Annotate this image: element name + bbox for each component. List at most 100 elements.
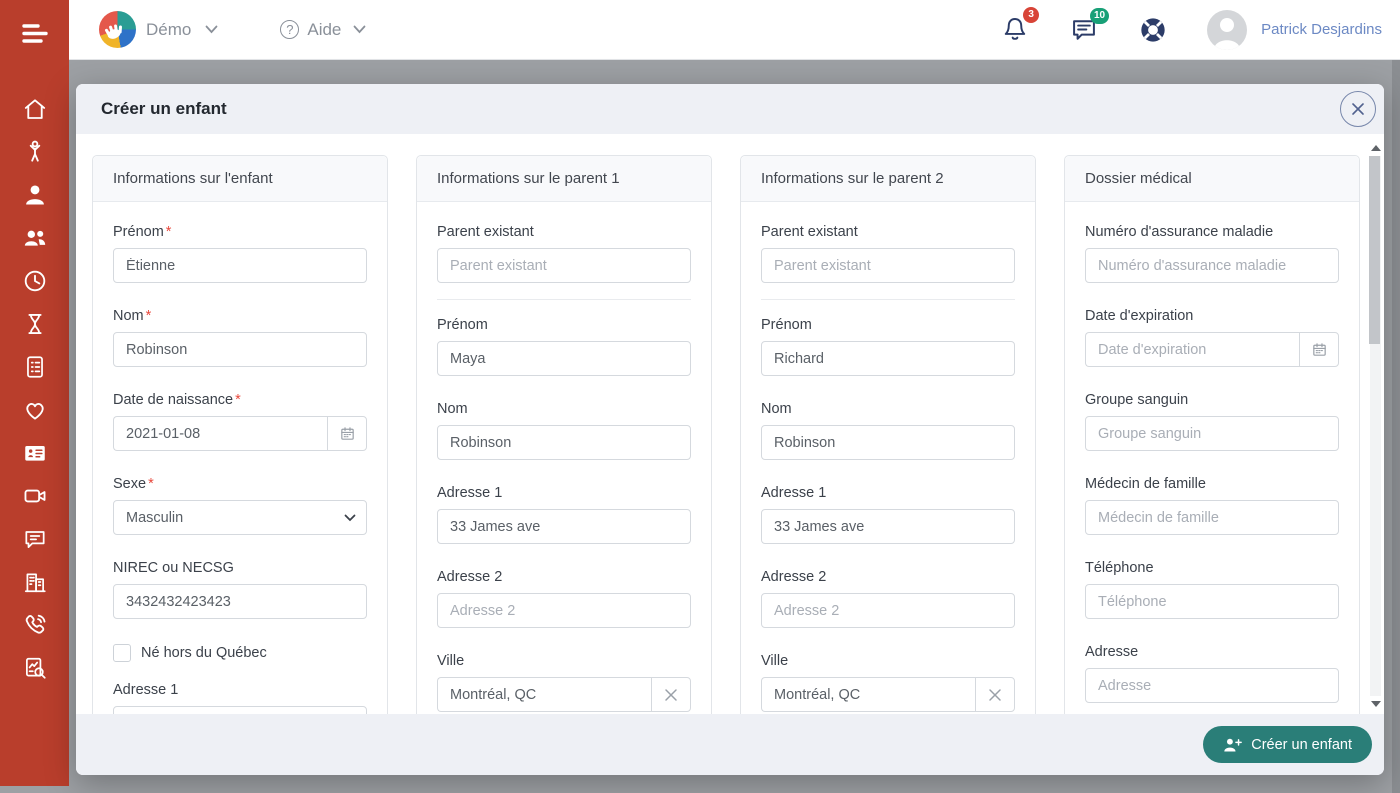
adresse1-input[interactable] [437,509,691,544]
prenom-input[interactable] [761,341,1015,376]
groupe-sanguin-input[interactable] [1085,416,1339,451]
medecin-input[interactable] [1085,500,1339,535]
support-button[interactable] [1139,16,1167,44]
modal-header: Créer un enfant [76,84,1384,134]
chevron-down-icon [205,25,218,34]
field-label: Sexe * [113,476,367,493]
chat-icon [24,531,45,548]
modal-title: Créer un enfant [101,99,227,118]
nom-input[interactable] [437,425,691,460]
assurance-input[interactable] [1085,248,1339,283]
help-label: Aide [307,19,342,39]
field-label: Ville [437,653,465,669]
modal-scrollbar[interactable] [1369,142,1382,710]
field-label: Prénom [437,317,488,333]
checkbox-unchecked[interactable] [113,644,131,662]
prenom-input[interactable] [113,248,367,283]
calendar-button[interactable] [327,416,367,451]
sidebar-item-video[interactable] [22,483,48,509]
adresse2-input[interactable] [761,593,1015,628]
id-card-icon [24,445,45,461]
notifications-badge: 3 [1023,6,1040,23]
child-icon [29,140,40,162]
parent-existant-input[interactable] [761,248,1015,283]
sidebar-item-schedule[interactable] [22,268,48,294]
modal-footer: Créer un enfant [76,714,1384,775]
sidebar-item-hours[interactable] [22,311,48,337]
field-label: Nom * [113,308,367,325]
adresse1-input[interactable] [761,509,1015,544]
label-text: Prénom [113,224,164,240]
page-scrollbar[interactable] [1392,60,1400,793]
brand-menu[interactable]: Démo [99,11,218,48]
calendar-button[interactable] [1299,332,1339,367]
close-button[interactable] [1340,91,1376,127]
close-icon [1352,103,1364,115]
menu-toggle-button[interactable] [20,21,50,47]
card-child-info: Informations sur l'enfant Prénom* Nom* D… [92,155,388,714]
required-mark: * [145,308,152,324]
help-menu[interactable]: ? Aide [280,20,366,40]
calendar-icon [1312,343,1326,356]
field-label: Ville [761,653,789,669]
field-label: Adresse 2 [761,569,827,585]
chevron-down-icon [344,514,356,521]
field-adresse: Adresse [1085,644,1339,703]
adresse-input[interactable] [1085,668,1339,703]
sexe-select[interactable]: Masculin [113,500,367,535]
messages-button[interactable]: 10 [1069,7,1110,44]
clear-button[interactable] [975,677,1015,712]
clear-x-icon [665,688,677,701]
sidebar-item-reports[interactable] [22,655,48,681]
phone-icon [25,614,45,634]
sidebar-item-messages[interactable] [22,526,48,552]
clear-button[interactable] [651,677,691,712]
scroll-down-button[interactable] [1369,698,1382,710]
topbar-actions: 3 10 Patrick Desjardins [1001,6,1382,50]
scrollbar-thumb[interactable] [1369,156,1380,344]
field-label: Adresse 1 [113,682,179,698]
sidebar [0,0,69,786]
chevron-down-icon [353,25,366,34]
sidebar-item-forms[interactable] [22,354,48,380]
messages-badge: 10 [1090,7,1110,24]
notifications-button[interactable]: 3 [1001,6,1040,45]
scroll-up-button[interactable] [1369,142,1382,154]
sidebar-item-facility[interactable] [22,569,48,595]
field-date-naissance: Date de naissance * [113,392,367,451]
card-title: Informations sur le parent 2 [741,156,1035,202]
nom-input[interactable] [113,332,367,367]
hamburger-icon [21,24,48,43]
sidebar-item-home[interactable] [22,96,48,122]
field-label: Médecin de famille [1085,476,1206,492]
field-prenom: Prénom [437,317,691,376]
prenom-input[interactable] [437,341,691,376]
create-child-submit-button[interactable]: Créer un enfant [1203,726,1372,763]
sidebar-item-badge[interactable] [22,440,48,466]
sidebar-item-calls[interactable] [22,612,48,638]
user-menu[interactable]: Patrick Desjardins [1207,9,1382,50]
ville-input[interactable] [437,677,651,712]
sidebar-item-health[interactable] [22,397,48,423]
sidebar-item-children[interactable] [22,139,48,165]
ville-input[interactable] [761,677,975,712]
nirec-input[interactable] [113,584,367,619]
adresse2-input[interactable] [437,593,691,628]
ville-input-group [761,677,1015,712]
date-naissance-input[interactable] [113,416,327,451]
field-label: Prénom [761,317,812,333]
parent-existant-input[interactable] [437,248,691,283]
expiration-input[interactable] [1085,332,1299,367]
field-label: NIREC ou NECSG [113,560,234,576]
telephone-input[interactable] [1085,584,1339,619]
sidebar-item-people[interactable] [22,225,48,251]
field-parent-existant: Parent existant [437,224,691,283]
hors-quebec-checkbox-row[interactable]: Né hors du Québec [113,644,367,662]
field-sexe: Sexe * Masculin [113,476,367,535]
sidebar-nav [22,96,48,681]
sidebar-item-person[interactable] [22,182,48,208]
field-label: Adresse 1 [437,485,503,501]
nom-input[interactable] [761,425,1015,460]
card-body: Prénom * Nom* Date de naissance* [93,202,387,714]
adresse1-input[interactable] [113,706,367,714]
